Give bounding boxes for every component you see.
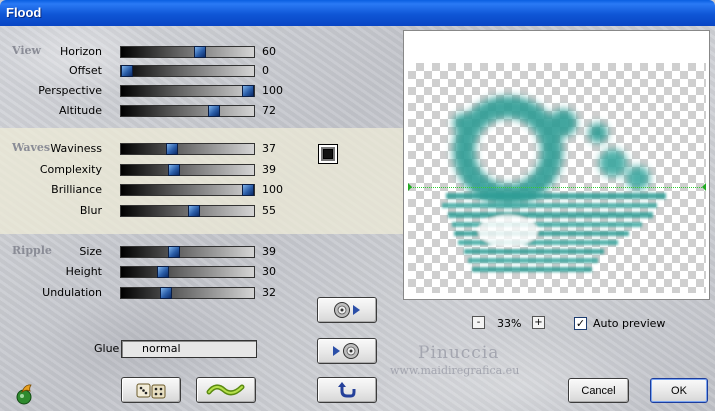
- slider-label: Height: [65, 265, 102, 278]
- slider-label: Complexity: [39, 163, 102, 176]
- slider-label: Perspective: [38, 84, 102, 97]
- slider-label: Size: [79, 245, 102, 258]
- zoom-in-button[interactable]: +: [532, 316, 545, 329]
- horizon-slider[interactable]: [120, 46, 255, 58]
- slider-label: Undulation: [42, 286, 102, 299]
- reset-button[interactable]: [317, 377, 377, 403]
- randomize-button[interactable]: [121, 377, 181, 403]
- reset-icon: [338, 382, 356, 398]
- random-dice-icon: [136, 383, 166, 399]
- preview-panel: [403, 30, 710, 300]
- wave-preset-button[interactable]: [196, 377, 256, 403]
- slider-row-waviness: Waviness 37: [0, 141, 300, 157]
- cancel-button[interactable]: Cancel: [568, 378, 629, 403]
- horizon-left-marker[interactable]: [408, 183, 412, 191]
- slider-label: Blur: [79, 204, 102, 217]
- slider-value[interactable]: 30: [262, 265, 292, 278]
- wave-preset-icon: [206, 384, 245, 396]
- slider-thumb[interactable]: [121, 65, 133, 77]
- app-logo: [12, 382, 36, 406]
- slider-row-offset: Offset 0: [0, 63, 300, 79]
- slider-label: Brilliance: [51, 183, 102, 196]
- save-preset-icon: [333, 343, 359, 359]
- slider-row-complexity: Complexity 39: [0, 162, 300, 178]
- complexity-slider[interactable]: [120, 164, 255, 176]
- slider-value[interactable]: 39: [262, 245, 292, 258]
- slider-value[interactable]: 72: [262, 104, 292, 117]
- slider-row-brilliance: Brilliance 100: [0, 182, 300, 198]
- slider-thumb[interactable]: [193, 46, 206, 58]
- auto-preview-checkbox[interactable]: ✓: [574, 317, 587, 330]
- title-bar: Flood: [0, 0, 715, 26]
- slider-thumb[interactable]: [168, 164, 181, 176]
- undulation-slider[interactable]: [120, 287, 255, 299]
- preview-image: [442, 96, 666, 272]
- glue-label: Glue: [94, 342, 120, 355]
- slider-value[interactable]: 32: [262, 286, 292, 299]
- watermark-url: www.maidiregrafica.eu: [390, 364, 520, 377]
- slider-row-horizon: Horizon 60: [0, 44, 300, 60]
- slider-value[interactable]: 100: [262, 84, 292, 97]
- slider-thumb[interactable]: [208, 105, 221, 117]
- slider-value[interactable]: 0: [262, 64, 292, 77]
- slider-row-height: Height 30: [0, 264, 300, 280]
- app-logo-icon: [16, 384, 32, 405]
- waviness-slider[interactable]: [120, 143, 255, 155]
- save-preset-button[interactable]: [317, 338, 377, 364]
- slider-label: Offset: [68, 64, 102, 77]
- perspective-slider[interactable]: [120, 85, 255, 97]
- slider-row-undulation: Undulation 32: [0, 285, 300, 301]
- load-preset-button[interactable]: [317, 297, 377, 323]
- slider-thumb[interactable]: [165, 143, 178, 155]
- slider-label: Altitude: [59, 104, 102, 117]
- slider-label: Horizon: [59, 45, 102, 58]
- slider-value[interactable]: 37: [262, 142, 292, 155]
- slider-thumb[interactable]: [159, 287, 172, 299]
- slider-row-perspective: Perspective 100: [0, 83, 300, 99]
- watermark-name: Pinuccia: [418, 343, 500, 363]
- slider-thumb[interactable]: [168, 246, 181, 258]
- glue-select[interactable]: normal: [121, 340, 257, 358]
- brilliance-slider[interactable]: [120, 184, 255, 196]
- slider-row-altitude: Altitude 72: [0, 103, 300, 119]
- wave-color-swatch[interactable]: [318, 144, 338, 164]
- horizon-guide-line: [408, 187, 706, 188]
- preview-transparency-grid: [408, 63, 706, 293]
- zoom-level: 33%: [497, 317, 522, 330]
- slider-value[interactable]: 100: [262, 183, 292, 196]
- slider-label: Waviness: [50, 142, 102, 155]
- load-preset-icon: [334, 302, 360, 318]
- height-slider[interactable]: [120, 266, 255, 278]
- blur-slider[interactable]: [120, 205, 255, 217]
- window-title: Flood: [6, 5, 42, 20]
- ok-button[interactable]: OK: [650, 378, 708, 403]
- horizon-right-marker[interactable]: [702, 183, 706, 191]
- slider-value[interactable]: 55: [262, 204, 292, 217]
- slider-value[interactable]: 60: [262, 45, 292, 58]
- slider-row-size: Size 39: [0, 244, 300, 260]
- slider-value[interactable]: 39: [262, 163, 292, 176]
- slider-thumb[interactable]: [242, 85, 254, 97]
- slider-thumb[interactable]: [157, 266, 170, 278]
- slider-thumb[interactable]: [187, 205, 200, 217]
- zoom-out-button[interactable]: -: [472, 316, 485, 329]
- offset-slider[interactable]: [120, 65, 255, 77]
- slider-thumb[interactable]: [242, 184, 254, 196]
- altitude-slider[interactable]: [120, 105, 255, 117]
- size-slider[interactable]: [120, 246, 255, 258]
- auto-preview-label: Auto preview: [593, 317, 666, 330]
- slider-row-blur: Blur 55: [0, 203, 300, 219]
